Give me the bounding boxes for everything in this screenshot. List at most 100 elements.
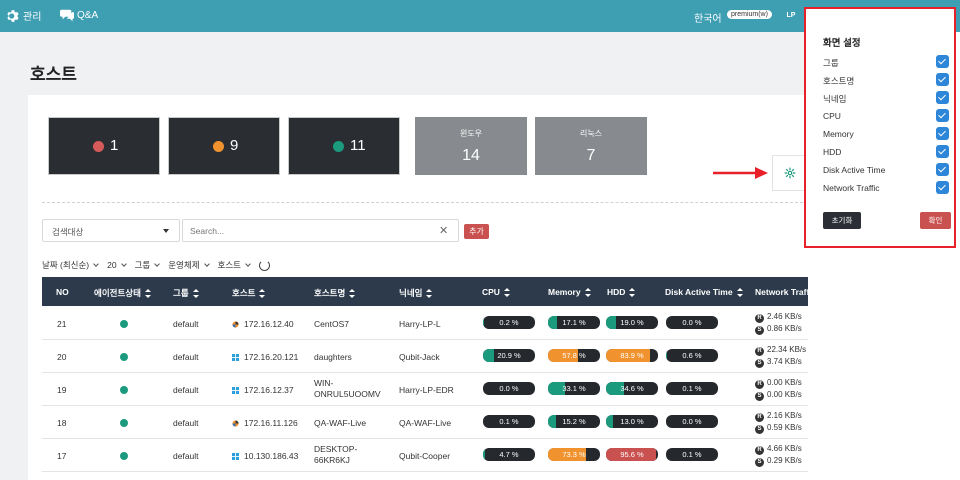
avatar[interactable]: LP — [783, 8, 799, 24]
send-icon: S — [755, 392, 764, 401]
os-filter[interactable]: 운영체제 — [168, 259, 210, 271]
settings-title: 화면 설정 — [823, 38, 861, 49]
settings-option[interactable]: HDD — [823, 145, 949, 159]
table-row[interactable]: 18 default 172.16.11.126 QA-WAF-Live QA-WAF-… — [42, 406, 808, 439]
net-receive: 2.46 KB/s — [767, 312, 802, 321]
normal-status-dot — [333, 141, 344, 152]
checkbox-checked-icon[interactable] — [936, 181, 949, 194]
checkbox-checked-icon[interactable] — [936, 163, 949, 176]
cell-hostname: CentOS7 — [314, 319, 349, 329]
table-row[interactable]: 17 default 10.130.186.43 DESKTOP-66KR6KJ Qub… — [42, 439, 808, 472]
cell-host: 172.16.11.126 — [232, 418, 298, 428]
admin-menu[interactable]: 관리 — [6, 8, 41, 23]
table-row[interactable]: 21 default 172.16.12.40 CentOS7 Harry-LP-L 0.… — [42, 307, 808, 340]
hdd-usage-bar: 83.9 % — [606, 349, 658, 362]
cell-hostname: daughters — [314, 352, 352, 362]
confirm-button[interactable]: 확인 — [920, 212, 951, 229]
settings-option-label: 그룹 — [823, 58, 839, 68]
net-send: 0.86 KB/s — [767, 324, 802, 333]
column-header-label: CPU — [482, 287, 500, 297]
settings-option[interactable]: Disk Active Time — [823, 163, 949, 177]
checkbox-checked-icon[interactable] — [936, 55, 949, 68]
disk-active-bar: 0.1 % — [666, 382, 718, 395]
column-header-nickname[interactable]: 닉네임 — [399, 287, 433, 299]
column-header-hostname[interactable]: 호스트명 — [314, 287, 356, 299]
checkbox-checked-icon[interactable] — [936, 145, 949, 158]
settings-option[interactable]: Memory — [823, 127, 949, 141]
column-header-hdd[interactable]: HDD — [607, 287, 636, 297]
settings-option[interactable]: 호스트명 — [823, 73, 949, 87]
cell-group: default — [173, 319, 199, 329]
os-card-windows[interactable]: 윈도우 14 — [415, 117, 527, 175]
settings-option[interactable]: 닉네임 — [823, 91, 949, 105]
checkbox-checked-icon[interactable] — [936, 109, 949, 122]
net-send: 0.59 KB/s — [767, 423, 802, 432]
column-header-disk-active-time[interactable]: Disk Active Time — [665, 287, 743, 297]
plan-badge: premium(w) — [727, 10, 772, 19]
group-filter-label: 그룹 — [134, 260, 151, 270]
disk-active-text: 0.1 % — [682, 450, 702, 459]
language-selector[interactable]: 한국어 — [694, 10, 722, 25]
column-header-network-traffic[interactable]: Network Traffic — [755, 287, 808, 297]
net-send: 3.74 KB/s — [767, 357, 802, 366]
column-header-no[interactable]: NO — [56, 287, 69, 297]
agent-status-dot — [120, 419, 128, 427]
settings-option-label: CPU — [823, 111, 841, 121]
section-divider — [42, 202, 808, 203]
checkbox-checked-icon[interactable] — [936, 73, 949, 86]
qa-menu[interactable]: Q&A — [60, 8, 98, 22]
host-filter[interactable]: 호스트 — [218, 259, 251, 271]
add-button[interactable]: 추가 — [464, 224, 489, 239]
windows-icon — [232, 354, 239, 361]
status-card-warning[interactable]: 9 — [168, 117, 280, 175]
sort-icon — [426, 288, 433, 298]
sort-filter[interactable]: 날짜 (최신순) — [42, 259, 99, 271]
page-size-filter[interactable]: 20 — [107, 260, 127, 270]
chevron-down-icon — [120, 260, 127, 267]
memory-usage-bar: 73.3 % — [548, 448, 600, 461]
search-target-select[interactable]: 검색대상 — [42, 219, 180, 242]
group-filter[interactable]: 그룹 — [134, 259, 161, 271]
checkbox-checked-icon[interactable] — [936, 127, 949, 140]
windows-icon — [232, 453, 239, 460]
refresh-icon[interactable] — [258, 259, 270, 271]
os-card-linux[interactable]: 리눅스 7 — [535, 117, 647, 175]
column-header-memory[interactable]: Memory — [548, 287, 591, 297]
host-ip: 10.130.186.43 — [244, 451, 299, 461]
host-ip: 172.16.20.121 — [244, 352, 299, 362]
column-header-agent-status[interactable]: 에이전트상태 — [94, 287, 151, 299]
column-header-group[interactable]: 그룹 — [173, 287, 199, 299]
hdd-usage-bar: 34.6 % — [606, 382, 658, 395]
settings-option[interactable]: Network Traffic — [823, 181, 949, 195]
disk-active-bar: 0.0 % — [666, 316, 718, 329]
checkbox-checked-icon[interactable] — [936, 91, 949, 104]
table-header: NO 에이전트상태 그룹 호스트 호스트명 닉네임 CPU Memory HDD… — [42, 277, 808, 306]
status-card-critical[interactable]: 1 — [48, 117, 160, 175]
net-receive: 2.16 KB/s — [767, 411, 802, 420]
settings-toggle-button[interactable] — [772, 155, 808, 191]
receive-icon: R — [755, 347, 764, 356]
hdd-usage-bar: 19.0 % — [606, 316, 658, 329]
send-icon: S — [755, 425, 764, 434]
windows-label: 윈도우 — [459, 129, 483, 138]
disk-active-bar: 0.6 % — [666, 349, 718, 362]
table-row[interactable]: 19 default 172.16.12.37 WIN-ONRUL5UOOMV Harr… — [42, 373, 808, 406]
search-input[interactable] — [182, 219, 459, 242]
cpu-usage-text: 0.2 % — [499, 318, 519, 327]
status-card-normal[interactable]: 11 — [288, 117, 400, 175]
cpu-usage-bar: 20.9 % — [483, 349, 535, 362]
cell-no: 19 — [57, 385, 67, 395]
table-row[interactable]: 20 default 172.16.20.121 daughters Qubit-Jac… — [42, 340, 808, 373]
receive-icon: R — [755, 380, 764, 389]
reset-button[interactable]: 초기화 — [823, 212, 861, 229]
column-header-cpu[interactable]: CPU — [482, 287, 510, 297]
close-icon[interactable]: ✕ — [439, 224, 448, 237]
settings-option[interactable]: CPU — [823, 109, 949, 123]
cell-group: default — [173, 352, 199, 362]
settings-option[interactable]: 그룹 — [823, 55, 949, 69]
chat-bubble-icon — [60, 9, 74, 22]
column-header-host[interactable]: 호스트 — [232, 287, 266, 299]
net-send: 0.00 KB/s — [767, 390, 802, 399]
agent-status-dot — [120, 320, 128, 328]
send-icon: S — [755, 458, 764, 467]
